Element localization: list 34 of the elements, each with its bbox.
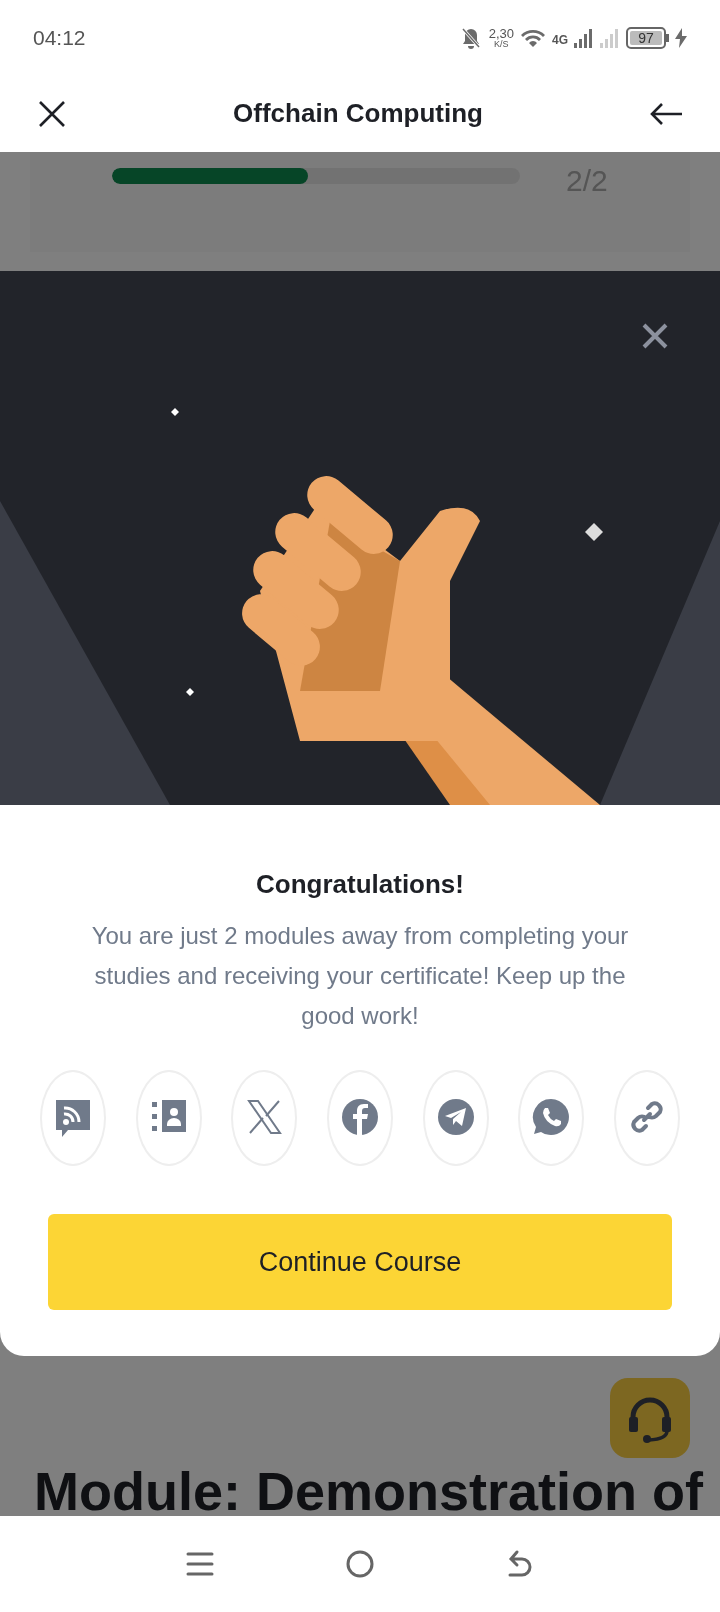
share-button[interactable] <box>135 1070 202 1166</box>
share-button[interactable] <box>613 1070 680 1166</box>
share-button[interactable] <box>231 1070 298 1166</box>
modal-title: Congratulations! <box>256 868 464 901</box>
clock: 04:12 <box>33 24 86 51</box>
signal-icon <box>574 27 594 48</box>
network-type: 4G <box>552 31 568 49</box>
continue-course-button[interactable]: Continue Course <box>48 1214 672 1310</box>
page-title: Offchain Computing <box>233 97 483 130</box>
facebook-icon <box>340 1098 379 1138</box>
home-button[interactable] <box>345 1549 375 1579</box>
signal-icon <box>600 27 620 48</box>
share-button[interactable] <box>422 1070 489 1166</box>
support-button[interactable] <box>610 1378 690 1458</box>
share-button[interactable] <box>40 1070 106 1166</box>
menu-icon <box>185 1550 214 1578</box>
network-speed-unit: K/S <box>494 39 509 49</box>
back-arrow-icon <box>649 101 683 126</box>
bell-muted-icon <box>460 26 481 49</box>
feed-icon <box>54 1098 92 1138</box>
battery-indicator: 97 <box>626 26 666 49</box>
modal-message: You are just 2 modules away from completing your studies and receiving your certificate! Keep up the good work! <box>90 921 630 1031</box>
menu-button[interactable] <box>185 1550 214 1578</box>
network-speed: 2,30 <box>488 26 514 40</box>
wifi-icon <box>520 27 546 48</box>
whatsapp-icon <box>532 1098 571 1138</box>
telegram-icon <box>436 1098 475 1138</box>
share-button[interactable] <box>518 1070 585 1166</box>
close-icon <box>641 322 669 350</box>
module-heading: Module: Demonstration of <box>34 1464 703 1516</box>
share-button[interactable] <box>326 1070 393 1166</box>
home-circle-icon <box>345 1549 375 1579</box>
close-icon <box>38 99 66 128</box>
charging-icon <box>675 27 687 48</box>
